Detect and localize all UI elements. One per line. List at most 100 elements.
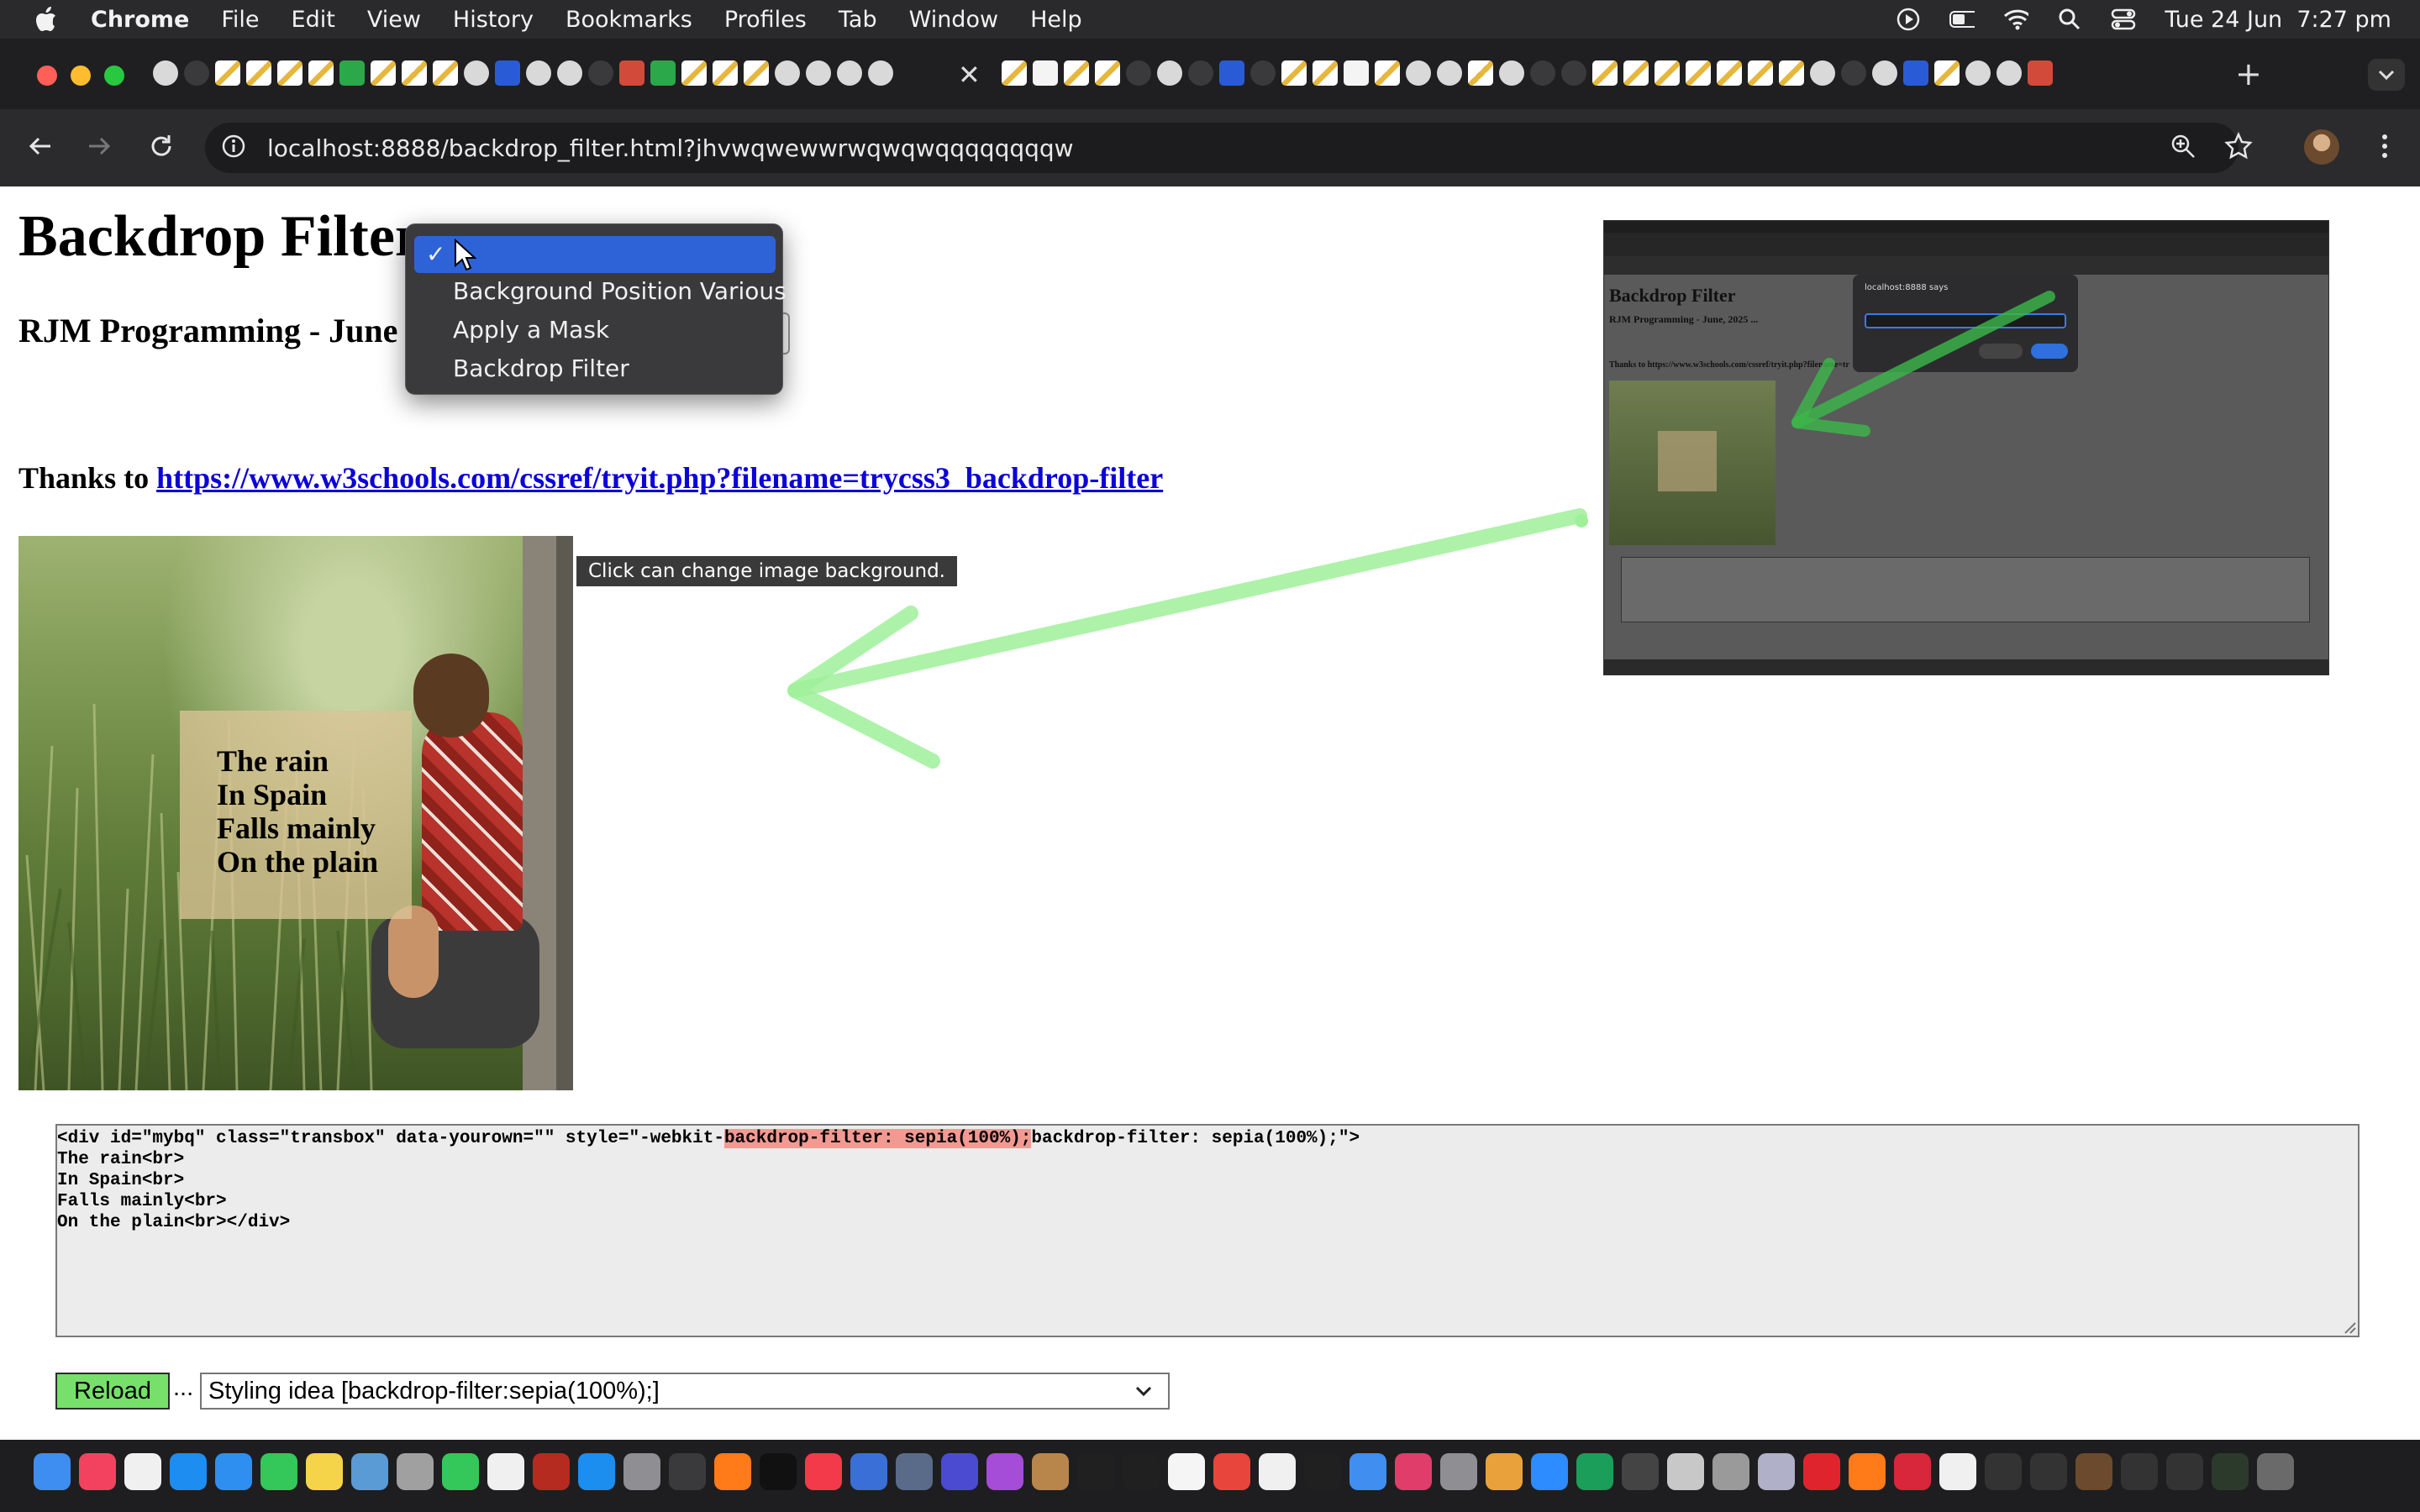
tab-favicon[interactable] xyxy=(1996,60,2022,86)
trash-icon[interactable] xyxy=(2257,1453,2294,1490)
dropdown-option-backdrop-filter[interactable]: Backdrop Filter xyxy=(414,350,776,387)
tab-favicon[interactable] xyxy=(1250,60,1276,86)
menu-profiles[interactable]: Profiles xyxy=(724,7,807,33)
menu-tab[interactable]: Tab xyxy=(839,7,877,33)
messages-icon[interactable] xyxy=(260,1453,297,1490)
minimized-window-icon[interactable] xyxy=(2166,1453,2203,1490)
tab-favicon[interactable] xyxy=(775,60,800,86)
zoom-app-icon[interactable] xyxy=(1531,1453,1568,1490)
dropdown-option-apply-mask[interactable]: Apply a Mask xyxy=(414,312,776,349)
menu-file[interactable]: File xyxy=(221,7,259,33)
back-button[interactable] xyxy=(22,128,59,165)
document-icon[interactable] xyxy=(1259,1453,1296,1490)
menu-bookmarks[interactable]: Bookmarks xyxy=(566,7,692,33)
menu-help[interactable]: Help xyxy=(1030,7,1082,33)
mail-icon[interactable] xyxy=(215,1453,252,1490)
bbedit-icon[interactable] xyxy=(941,1453,978,1490)
tab-favicon[interactable] xyxy=(1219,60,1244,86)
terminal-icon[interactable] xyxy=(1077,1453,1114,1490)
tab-favicon[interactable] xyxy=(1561,60,1586,86)
tab-favicon[interactable] xyxy=(744,60,769,86)
tab-favicon[interactable] xyxy=(308,60,334,86)
finder-icon[interactable] xyxy=(34,1453,71,1490)
tab-favicon[interactable] xyxy=(1530,60,1555,86)
play-status-icon[interactable] xyxy=(1896,7,1921,32)
tab-favicon[interactable] xyxy=(1592,60,1618,86)
battery-icon[interactable] xyxy=(1949,7,1975,32)
tab-favicon[interactable] xyxy=(1406,60,1431,86)
minimized-window-icon[interactable] xyxy=(2121,1453,2158,1490)
bookmark-star-button[interactable] xyxy=(2220,128,2257,165)
blocker-icon[interactable] xyxy=(850,1453,887,1490)
window-minimize-button[interactable] xyxy=(71,66,91,86)
tab-favicon[interactable] xyxy=(1655,60,1680,86)
calendar-icon[interactable] xyxy=(1168,1453,1205,1490)
tab-favicon[interactable] xyxy=(1313,60,1338,86)
reload-page-button[interactable] xyxy=(143,128,180,165)
tab-favicon[interactable] xyxy=(557,60,582,86)
tab-favicon[interactable] xyxy=(184,60,209,86)
menu-window[interactable]: Window xyxy=(909,7,998,33)
tab-favicon[interactable] xyxy=(1157,60,1182,86)
tab-favicon[interactable] xyxy=(1841,60,1866,86)
tab-favicon[interactable] xyxy=(1965,60,1991,86)
pages-icon[interactable] xyxy=(1939,1453,1976,1490)
tab-favicon[interactable] xyxy=(433,60,458,86)
tab-favicon[interactable] xyxy=(837,60,862,86)
intellij-icon[interactable] xyxy=(1395,1453,1432,1490)
apple-tv-icon[interactable] xyxy=(760,1453,797,1490)
news-icon[interactable] xyxy=(805,1453,842,1490)
dropdown-option-background-position[interactable]: Background Position Various xyxy=(414,273,786,310)
site-info-button[interactable] xyxy=(215,128,252,165)
menu-edit[interactable]: Edit xyxy=(292,7,335,33)
console-icon[interactable] xyxy=(1123,1453,1160,1490)
background-photo[interactable]: The rain In Spain Falls mainly On the pl… xyxy=(18,536,573,1090)
tab-favicon[interactable] xyxy=(1002,60,1027,86)
new-tab-button[interactable]: + xyxy=(2235,55,2262,92)
freeform-icon[interactable] xyxy=(351,1453,388,1490)
tab-favicon[interactable] xyxy=(1188,60,1213,86)
archive-icon[interactable] xyxy=(1032,1453,1069,1490)
tab-favicon[interactable] xyxy=(1872,60,1897,86)
chrome-menu-button[interactable] xyxy=(2366,128,2403,165)
code-textarea[interactable]: <div id="mybq" class="transbox" data-you… xyxy=(55,1124,2360,1337)
apple-logo-icon[interactable] xyxy=(35,7,57,32)
paint-icon[interactable] xyxy=(1486,1453,1523,1490)
tab-favicon[interactable] xyxy=(1779,60,1804,86)
resize-handle-icon[interactable] xyxy=(2343,1320,2356,1334)
tab-favicon[interactable] xyxy=(246,60,271,86)
podcasts-icon[interactable] xyxy=(986,1453,1023,1490)
profile-avatar[interactable] xyxy=(2304,129,2339,165)
tab-favicon[interactable] xyxy=(1095,60,1120,86)
forward-button[interactable] xyxy=(81,128,118,165)
tab-favicon[interactable] xyxy=(1468,60,1493,86)
cyberduck-icon[interactable] xyxy=(1758,1453,1795,1490)
firefox-icon[interactable] xyxy=(714,1453,751,1490)
tab-favicon[interactable] xyxy=(681,60,707,86)
music-icon[interactable] xyxy=(79,1453,116,1490)
gimp-icon[interactable] xyxy=(1622,1453,1659,1490)
facetime-icon[interactable] xyxy=(442,1453,479,1490)
minimized-window-icon[interactable] xyxy=(1985,1453,2022,1490)
url-text[interactable]: localhost:8888/backdrop_filter.html?jhvw… xyxy=(267,134,1074,162)
utility-icon[interactable] xyxy=(1712,1453,1749,1490)
adobe-reader-icon[interactable] xyxy=(1894,1453,1931,1490)
menu-app-name[interactable]: Chrome xyxy=(91,7,189,33)
minimized-window-icon[interactable] xyxy=(2030,1453,2067,1490)
spotlight-search-icon[interactable] xyxy=(2057,7,2082,32)
textedit-icon[interactable] xyxy=(487,1453,524,1490)
delta-icon[interactable] xyxy=(1576,1453,1613,1490)
opera-icon[interactable] xyxy=(1803,1453,1840,1490)
menu-clock[interactable]: Tue 24 Jun 7:27 pm xyxy=(2165,7,2391,33)
app-store-icon[interactable] xyxy=(578,1453,615,1490)
reminders-icon[interactable] xyxy=(124,1453,161,1490)
tab-favicon[interactable] xyxy=(277,60,302,86)
tab-favicon[interactable] xyxy=(1934,60,1960,86)
network-icon[interactable] xyxy=(896,1453,933,1490)
tab-favicon[interactable] xyxy=(339,60,365,86)
tab-favicon[interactable] xyxy=(464,60,489,86)
tab-favicon[interactable] xyxy=(806,60,831,86)
tab-favicon[interactable] xyxy=(1064,60,1089,86)
tab-favicon[interactable] xyxy=(215,60,240,86)
notes-icon[interactable] xyxy=(306,1453,343,1490)
